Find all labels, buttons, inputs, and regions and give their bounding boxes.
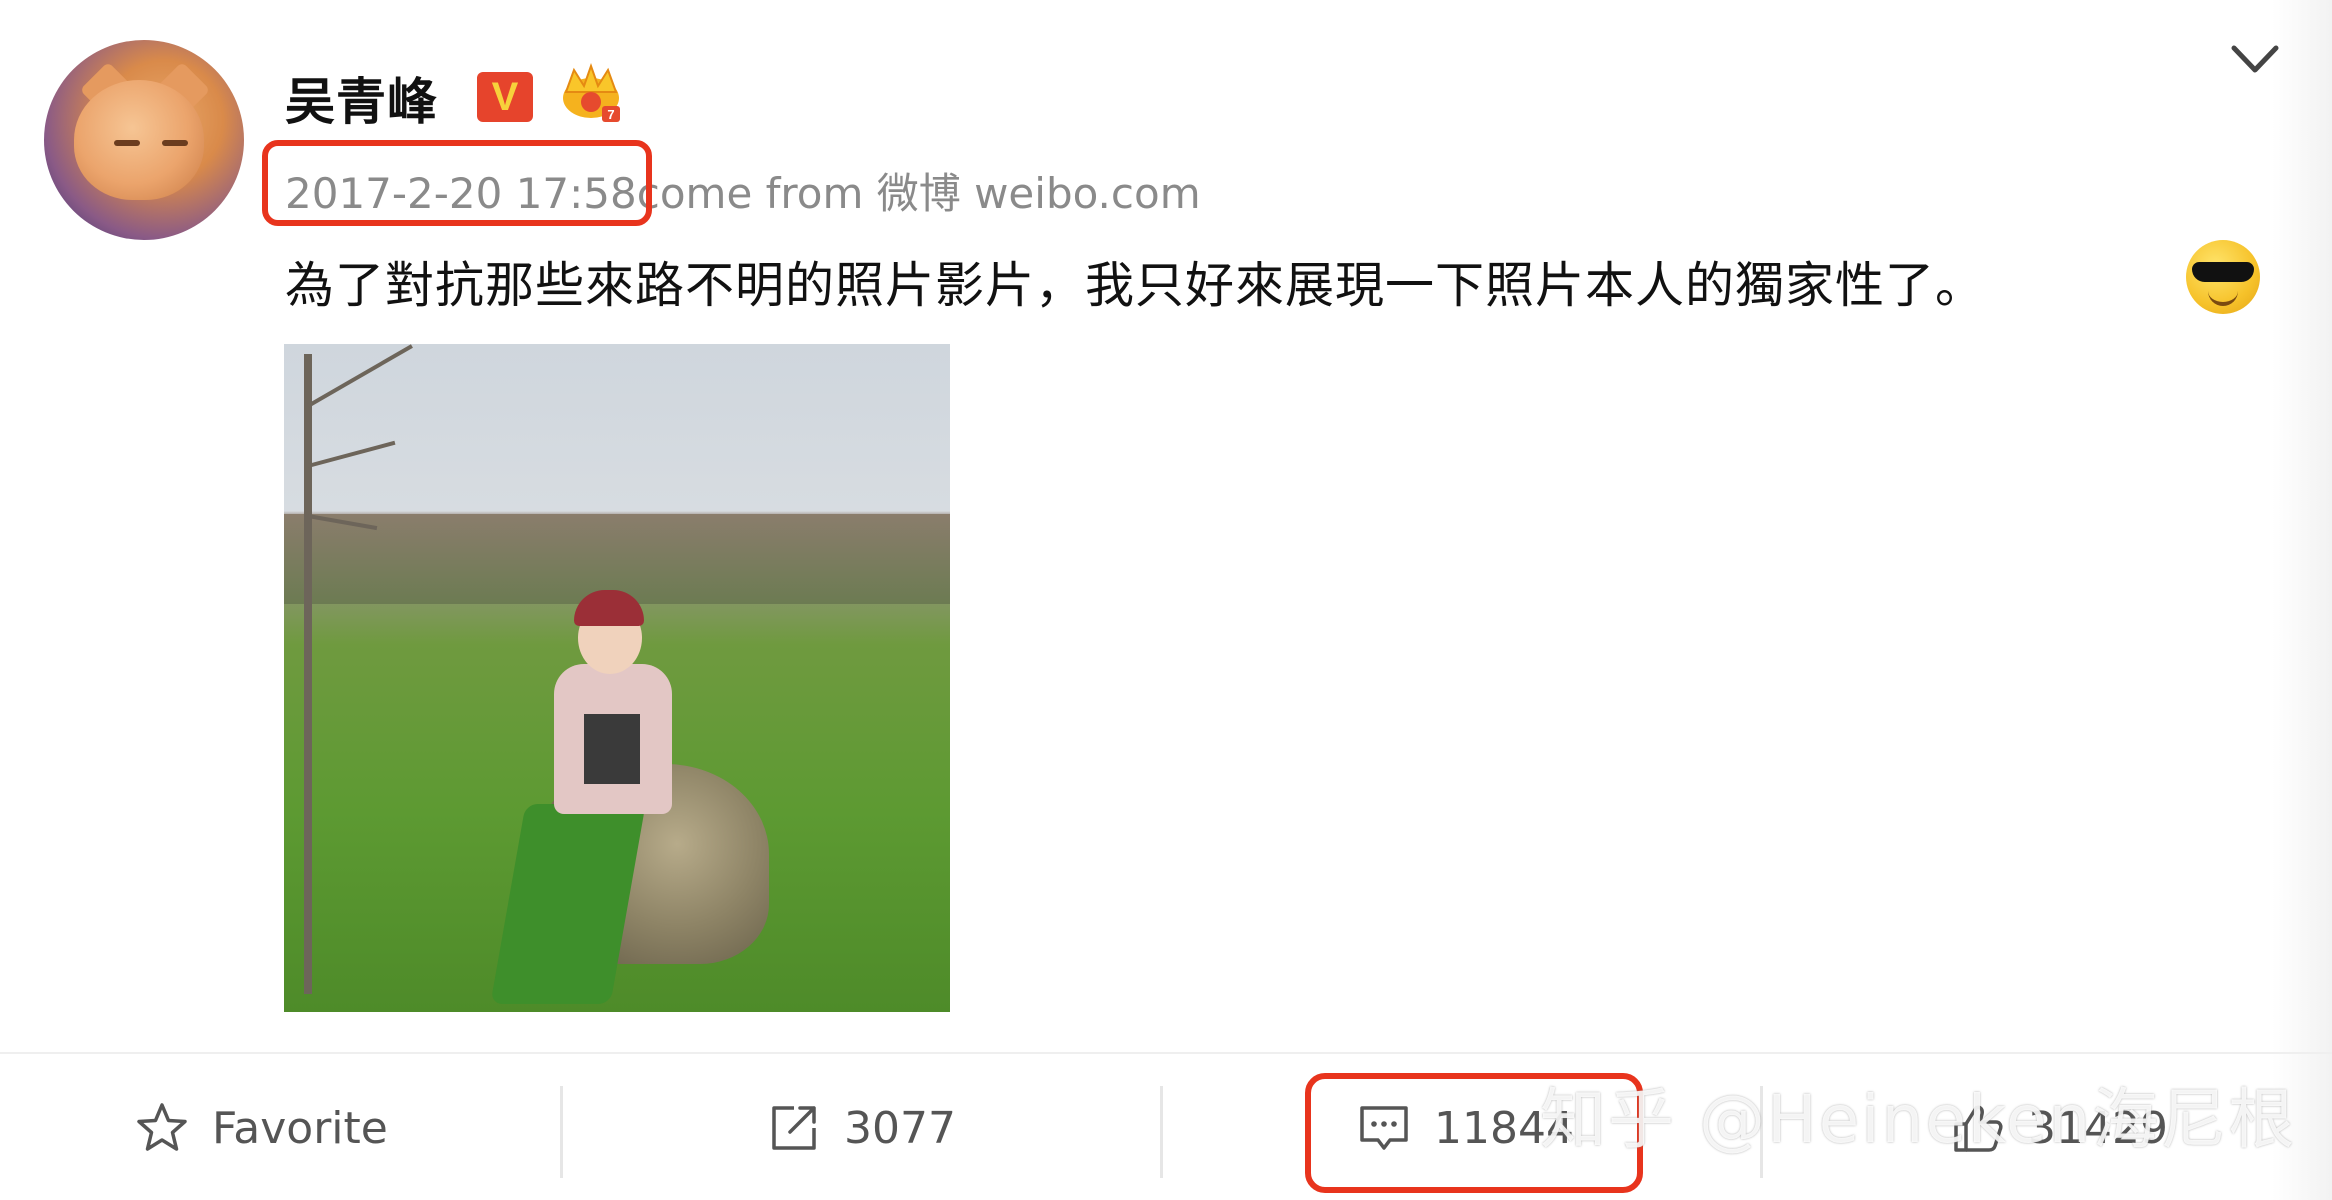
photo-person-legs [490, 804, 646, 1004]
post-photo[interactable] [284, 344, 950, 1012]
sunglasses-emoji-icon [2186, 240, 2260, 314]
post-source: come from 微博 weibo.com [636, 169, 1201, 218]
verified-badge: V [477, 72, 533, 122]
author-name[interactable]: 吴青峰 [285, 62, 438, 134]
action-separator [560, 1086, 563, 1178]
favorite-button[interactable]: Favorite [134, 1056, 388, 1200]
avatar-eye-right [162, 140, 188, 146]
share-icon [772, 1106, 816, 1150]
weibo-post-card: 吴青峰 V 7 2017-2-20 17:58come from 微博 weib… [0, 0, 2332, 1200]
edge-shade [2272, 0, 2332, 1200]
photo-tree-branch [307, 344, 413, 408]
favorite-label: Favorite [212, 1102, 388, 1154]
avatar-eye-left [114, 140, 140, 146]
photo-person-sweater-panel [584, 714, 640, 784]
chevron-down-icon[interactable] [2228, 40, 2282, 80]
emoji-smile [2208, 290, 2238, 306]
action-bar-divider [0, 1052, 2332, 1054]
action-separator [1160, 1086, 1163, 1178]
photo-tree-branch [307, 440, 396, 468]
watermark: 知乎 @Heineken海尼根 [1540, 1081, 2297, 1158]
avatar[interactable] [44, 40, 244, 240]
repost-count: 3077 [844, 1102, 956, 1154]
photo-tree-trunk [304, 354, 312, 994]
star-icon [137, 1103, 187, 1151]
emoji-glasses [2192, 262, 2254, 282]
timestamp-highlight-box [262, 140, 652, 226]
post-text: 為了對抗那些來路不明的照片影片，我只好來展現一下照片本人的獨家性了。 [285, 257, 1986, 314]
svg-text:7: 7 [607, 107, 614, 122]
crown-icon: 7 [563, 62, 620, 122]
repost-button[interactable]: 3077 [766, 1056, 956, 1200]
